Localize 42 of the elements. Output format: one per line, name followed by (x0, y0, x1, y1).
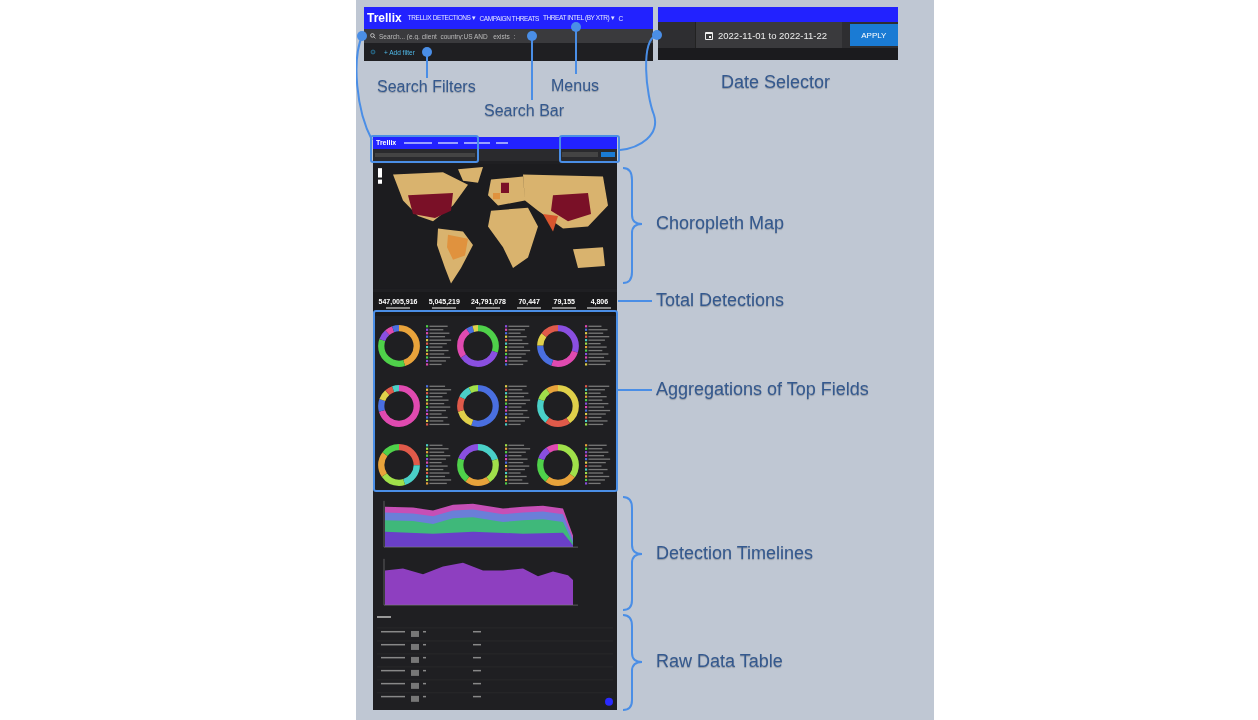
legend-drawing (426, 384, 452, 427)
callout-label: Detection Timelines (656, 543, 814, 564)
date-range-field[interactable] (562, 152, 598, 158)
legend-drawing (426, 444, 452, 487)
legend-drawing (505, 324, 532, 367)
legend-drawing (426, 324, 452, 367)
donut-chart-drawing (534, 322, 581, 369)
callout-line (527, 31, 537, 101)
leader-line (617, 300, 653, 302)
donut-chart-drawing (534, 382, 581, 429)
legend-drawing (584, 324, 611, 367)
callout-label: Total Detections (656, 290, 785, 311)
date-range-field[interactable]: 2022-11-01 to 2022-11-22 (695, 22, 842, 48)
donut-chart-drawing (534, 442, 581, 489)
donut-chart-drawing (455, 442, 502, 489)
calendar-icon (704, 29, 714, 41)
callout-label: Choropleth Map (656, 213, 785, 234)
gear-icon[interactable] (370, 49, 376, 55)
search-icon (370, 33, 376, 39)
apply-button[interactable] (601, 152, 615, 158)
donut-chart-drawing (376, 442, 422, 489)
logo: Trellix (367, 11, 402, 25)
donut-chart-drawing (376, 382, 422, 429)
callout-label: Date Selector (721, 72, 831, 93)
search-field[interactable] (375, 152, 475, 157)
leader-line (617, 389, 653, 391)
legend-drawing (584, 444, 611, 487)
donut-chart-drawing (455, 322, 502, 369)
callout-label: Search Filters (377, 78, 476, 96)
legend-drawing (584, 384, 611, 427)
callout-line (422, 47, 432, 79)
donut-chart-drawing (455, 382, 502, 429)
apply-button[interactable]: APPLY (849, 24, 898, 46)
highlight-frame (559, 135, 620, 163)
callout-line (571, 22, 581, 75)
callout-label: Aggregations of Top Fields (656, 379, 869, 400)
donut-chart-drawing (376, 322, 422, 369)
callout-label: Raw Data Table (656, 651, 783, 672)
callout-label: Menus (551, 77, 600, 95)
legend-drawing (505, 444, 532, 487)
callout-label: Search Bar (484, 102, 565, 120)
legend-drawing (505, 384, 532, 427)
